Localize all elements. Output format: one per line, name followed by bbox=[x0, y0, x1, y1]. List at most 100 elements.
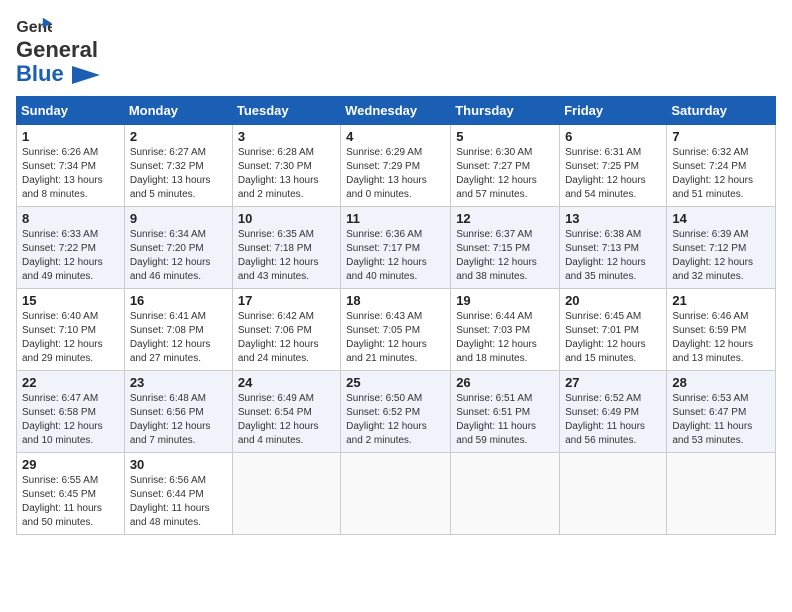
weekday-header-saturday: Saturday bbox=[667, 97, 776, 125]
day-cell: 22 Sunrise: 6:47 AM Sunset: 6:58 PM Dayl… bbox=[17, 371, 125, 453]
weekday-header-thursday: Thursday bbox=[451, 97, 560, 125]
day-cell: 16 Sunrise: 6:41 AM Sunset: 7:08 PM Dayl… bbox=[124, 289, 232, 371]
day-cell: 1 Sunrise: 6:26 AM Sunset: 7:34 PM Dayli… bbox=[17, 125, 125, 207]
day-info: Sunrise: 6:30 AM Sunset: 7:27 PM Dayligh… bbox=[456, 146, 554, 202]
day-cell: 4 Sunrise: 6:29 AM Sunset: 7:29 PM Dayli… bbox=[341, 125, 451, 207]
day-info: Sunrise: 6:34 AM Sunset: 7:20 PM Dayligh… bbox=[130, 228, 227, 284]
logo-blue: Blue bbox=[16, 61, 64, 86]
day-info: Sunrise: 6:55 AM Sunset: 6:45 PM Dayligh… bbox=[22, 474, 119, 530]
page-header: General General Blue bbox=[16, 16, 776, 86]
day-info: Sunrise: 6:40 AM Sunset: 7:10 PM Dayligh… bbox=[22, 310, 119, 366]
day-number: 21 bbox=[672, 293, 770, 308]
day-number: 14 bbox=[672, 211, 770, 226]
day-info: Sunrise: 6:33 AM Sunset: 7:22 PM Dayligh… bbox=[22, 228, 119, 284]
day-number: 28 bbox=[672, 375, 770, 390]
day-number: 22 bbox=[22, 375, 119, 390]
day-cell: 2 Sunrise: 6:27 AM Sunset: 7:32 PM Dayli… bbox=[124, 125, 232, 207]
day-number: 18 bbox=[346, 293, 445, 308]
weekday-header-wednesday: Wednesday bbox=[341, 97, 451, 125]
day-info: Sunrise: 6:38 AM Sunset: 7:13 PM Dayligh… bbox=[565, 228, 661, 284]
day-info: Sunrise: 6:29 AM Sunset: 7:29 PM Dayligh… bbox=[346, 146, 445, 202]
day-cell: 27 Sunrise: 6:52 AM Sunset: 6:49 PM Dayl… bbox=[560, 371, 667, 453]
day-info: Sunrise: 6:46 AM Sunset: 6:59 PM Dayligh… bbox=[672, 310, 770, 366]
day-cell: 5 Sunrise: 6:30 AM Sunset: 7:27 PM Dayli… bbox=[451, 125, 560, 207]
day-number: 1 bbox=[22, 129, 119, 144]
day-cell: 19 Sunrise: 6:44 AM Sunset: 7:03 PM Dayl… bbox=[451, 289, 560, 371]
day-cell: 7 Sunrise: 6:32 AM Sunset: 7:24 PM Dayli… bbox=[667, 125, 776, 207]
day-cell: 29 Sunrise: 6:55 AM Sunset: 6:45 PM Dayl… bbox=[17, 453, 125, 535]
day-info: Sunrise: 6:26 AM Sunset: 7:34 PM Dayligh… bbox=[22, 146, 119, 202]
day-number: 27 bbox=[565, 375, 661, 390]
day-cell: 14 Sunrise: 6:39 AM Sunset: 7:12 PM Dayl… bbox=[667, 207, 776, 289]
day-number: 29 bbox=[22, 457, 119, 472]
day-number: 30 bbox=[130, 457, 227, 472]
day-info: Sunrise: 6:44 AM Sunset: 7:03 PM Dayligh… bbox=[456, 310, 554, 366]
day-info: Sunrise: 6:53 AM Sunset: 6:47 PM Dayligh… bbox=[672, 392, 770, 448]
day-number: 19 bbox=[456, 293, 554, 308]
week-row-5: 29 Sunrise: 6:55 AM Sunset: 6:45 PM Dayl… bbox=[17, 453, 776, 535]
day-info: Sunrise: 6:35 AM Sunset: 7:18 PM Dayligh… bbox=[238, 228, 335, 284]
day-number: 20 bbox=[565, 293, 661, 308]
day-cell: 26 Sunrise: 6:51 AM Sunset: 6:51 PM Dayl… bbox=[451, 371, 560, 453]
day-number: 16 bbox=[130, 293, 227, 308]
day-number: 11 bbox=[346, 211, 445, 226]
day-cell: 11 Sunrise: 6:36 AM Sunset: 7:17 PM Dayl… bbox=[341, 207, 451, 289]
day-info: Sunrise: 6:47 AM Sunset: 6:58 PM Dayligh… bbox=[22, 392, 119, 448]
day-info: Sunrise: 6:51 AM Sunset: 6:51 PM Dayligh… bbox=[456, 392, 554, 448]
day-cell: 9 Sunrise: 6:34 AM Sunset: 7:20 PM Dayli… bbox=[124, 207, 232, 289]
day-number: 13 bbox=[565, 211, 661, 226]
day-number: 23 bbox=[130, 375, 227, 390]
day-number: 7 bbox=[672, 129, 770, 144]
day-cell: 8 Sunrise: 6:33 AM Sunset: 7:22 PM Dayli… bbox=[17, 207, 125, 289]
day-cell bbox=[451, 453, 560, 535]
day-cell: 23 Sunrise: 6:48 AM Sunset: 6:56 PM Dayl… bbox=[124, 371, 232, 453]
day-cell bbox=[341, 453, 451, 535]
day-cell: 18 Sunrise: 6:43 AM Sunset: 7:05 PM Dayl… bbox=[341, 289, 451, 371]
day-info: Sunrise: 6:31 AM Sunset: 7:25 PM Dayligh… bbox=[565, 146, 661, 202]
day-number: 5 bbox=[456, 129, 554, 144]
day-cell: 3 Sunrise: 6:28 AM Sunset: 7:30 PM Dayli… bbox=[232, 125, 340, 207]
day-info: Sunrise: 6:27 AM Sunset: 7:32 PM Dayligh… bbox=[130, 146, 227, 202]
day-cell bbox=[667, 453, 776, 535]
day-number: 12 bbox=[456, 211, 554, 226]
day-info: Sunrise: 6:37 AM Sunset: 7:15 PM Dayligh… bbox=[456, 228, 554, 284]
day-info: Sunrise: 6:32 AM Sunset: 7:24 PM Dayligh… bbox=[672, 146, 770, 202]
day-cell: 28 Sunrise: 6:53 AM Sunset: 6:47 PM Dayl… bbox=[667, 371, 776, 453]
day-cell: 25 Sunrise: 6:50 AM Sunset: 6:52 PM Dayl… bbox=[341, 371, 451, 453]
day-cell: 21 Sunrise: 6:46 AM Sunset: 6:59 PM Dayl… bbox=[667, 289, 776, 371]
week-row-2: 8 Sunrise: 6:33 AM Sunset: 7:22 PM Dayli… bbox=[17, 207, 776, 289]
day-cell: 24 Sunrise: 6:49 AM Sunset: 6:54 PM Dayl… bbox=[232, 371, 340, 453]
logo-arrow-icon bbox=[72, 66, 100, 84]
day-number: 26 bbox=[456, 375, 554, 390]
day-info: Sunrise: 6:50 AM Sunset: 6:52 PM Dayligh… bbox=[346, 392, 445, 448]
logo-icon: General bbox=[16, 16, 52, 38]
day-info: Sunrise: 6:42 AM Sunset: 7:06 PM Dayligh… bbox=[238, 310, 335, 366]
day-number: 10 bbox=[238, 211, 335, 226]
day-cell: 20 Sunrise: 6:45 AM Sunset: 7:01 PM Dayl… bbox=[560, 289, 667, 371]
day-number: 3 bbox=[238, 129, 335, 144]
day-number: 17 bbox=[238, 293, 335, 308]
day-cell bbox=[232, 453, 340, 535]
day-number: 8 bbox=[22, 211, 119, 226]
weekday-header-tuesday: Tuesday bbox=[232, 97, 340, 125]
day-number: 2 bbox=[130, 129, 227, 144]
logo-general: General bbox=[16, 37, 98, 62]
day-cell: 13 Sunrise: 6:38 AM Sunset: 7:13 PM Dayl… bbox=[560, 207, 667, 289]
day-cell: 15 Sunrise: 6:40 AM Sunset: 7:10 PM Dayl… bbox=[17, 289, 125, 371]
weekday-header-row: SundayMondayTuesdayWednesdayThursdayFrid… bbox=[17, 97, 776, 125]
day-cell: 30 Sunrise: 6:56 AM Sunset: 6:44 PM Dayl… bbox=[124, 453, 232, 535]
week-row-4: 22 Sunrise: 6:47 AM Sunset: 6:58 PM Dayl… bbox=[17, 371, 776, 453]
day-info: Sunrise: 6:52 AM Sunset: 6:49 PM Dayligh… bbox=[565, 392, 661, 448]
day-info: Sunrise: 6:43 AM Sunset: 7:05 PM Dayligh… bbox=[346, 310, 445, 366]
day-number: 24 bbox=[238, 375, 335, 390]
day-cell: 10 Sunrise: 6:35 AM Sunset: 7:18 PM Dayl… bbox=[232, 207, 340, 289]
day-info: Sunrise: 6:56 AM Sunset: 6:44 PM Dayligh… bbox=[130, 474, 227, 530]
day-info: Sunrise: 6:28 AM Sunset: 7:30 PM Dayligh… bbox=[238, 146, 335, 202]
day-cell: 12 Sunrise: 6:37 AM Sunset: 7:15 PM Dayl… bbox=[451, 207, 560, 289]
day-info: Sunrise: 6:39 AM Sunset: 7:12 PM Dayligh… bbox=[672, 228, 770, 284]
day-info: Sunrise: 6:48 AM Sunset: 6:56 PM Dayligh… bbox=[130, 392, 227, 448]
day-info: Sunrise: 6:41 AM Sunset: 7:08 PM Dayligh… bbox=[130, 310, 227, 366]
day-number: 6 bbox=[565, 129, 661, 144]
weekday-header-sunday: Sunday bbox=[17, 97, 125, 125]
weekday-header-friday: Friday bbox=[560, 97, 667, 125]
